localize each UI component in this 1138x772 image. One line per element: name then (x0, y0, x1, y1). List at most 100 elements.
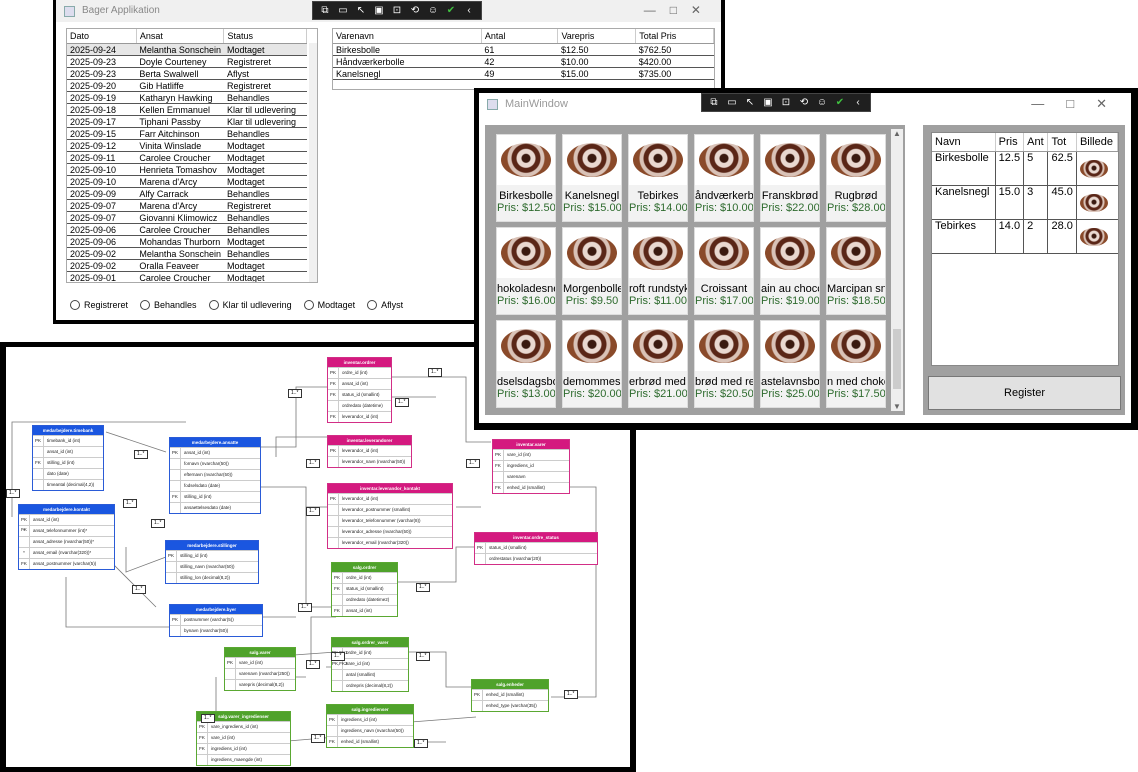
accessibility-icon[interactable]: ☺ (816, 97, 828, 108)
orders-col-header[interactable]: Dato (67, 29, 137, 44)
table-row[interactable]: 2025-09-09 Alfy Carrack Behandles (67, 187, 307, 200)
check-icon[interactable]: ✔ (445, 5, 457, 16)
select-element-icon[interactable]: ↖ (744, 97, 756, 108)
table-row[interactable]: Birkesbolle 12.5 5 62.5 (932, 151, 1118, 186)
register-button[interactable]: Register (928, 376, 1121, 410)
table-cell: 2025-09-17 (67, 115, 137, 128)
table-row[interactable]: 2025-09-07 Marena d'Arcy Registreret (67, 199, 307, 212)
scroll-thumb[interactable] (893, 329, 901, 389)
radio-circle-icon[interactable] (303, 300, 314, 310)
table-row[interactable]: Tebirkes 14.0 2 28.0 (932, 219, 1118, 254)
table-row[interactable]: Kanelsnegl 49 $15.00 $735.00 (333, 67, 714, 80)
bager-window-controls[interactable]: —□✕ (644, 3, 715, 17)
scroll-down-icon[interactable]: ▼ (891, 402, 903, 411)
table-row[interactable]: Håndværkerbolle 42 $10.00 $420.00 (333, 55, 714, 68)
product-card[interactable]: astelavnsboll Pris: $25.00 (760, 320, 820, 408)
adorner-icon[interactable]: ▣ (373, 5, 385, 16)
scroll-up-icon[interactable]: ▲ (891, 129, 903, 138)
record-icon[interactable]: ▭ (726, 97, 738, 108)
items-col-header[interactable]: Antal (481, 29, 559, 44)
table-row[interactable]: 2025-09-23 Doyle Courteney Registreret (67, 55, 307, 68)
cart-col-header[interactable]: Ant (1023, 133, 1049, 152)
accessibility-icon[interactable]: ☺ (427, 5, 439, 16)
live-tree-icon[interactable]: ⧉ (319, 5, 331, 16)
debug-toolbar[interactable]: ⧉ ▭ ↖ ▣ ⊡ ⟲ ☺ ✔ ‹ (701, 93, 871, 112)
filter-radio[interactable]: Behandles (140, 300, 197, 310)
live-tree-icon[interactable]: ⧉ (708, 97, 720, 108)
product-scrollbar[interactable]: ▲ ▼ (891, 129, 903, 411)
product-card[interactable]: demommesn Pris: $20.00 (562, 320, 622, 408)
table-row[interactable]: 2025-09-01 Carolee Croucher Modtaget (67, 271, 307, 282)
table-row[interactable]: 2025-09-06 Carolee Croucher Behandles (67, 223, 307, 236)
items-col-header[interactable]: Varenavn (333, 29, 482, 44)
items-col-header[interactable]: Varepris (557, 29, 637, 44)
product-card[interactable]: Tebirkes Pris: $14.00 (628, 134, 688, 222)
table-row[interactable]: 2025-09-07 Giovanni Klimowicz Behandles (67, 211, 307, 224)
product-card[interactable]: erbrød med c Pris: $21.00 (628, 320, 688, 408)
debug-toolbar[interactable]: ⧉ ▭ ↖ ▣ ⊡ ⟲ ☺ ✔ ‹ (312, 1, 482, 20)
collapse-icon[interactable]: ‹ (852, 97, 864, 108)
hot-reload-icon[interactable]: ⟲ (409, 5, 421, 16)
table-row[interactable]: Birkesbolle 61 $12.50 $762.50 (333, 43, 714, 56)
select-element-icon[interactable]: ↖ (355, 5, 367, 16)
product-card[interactable]: Marcipan snegPris: $18.50 (826, 227, 886, 315)
table-row[interactable]: 2025-09-23 Berta Swalwell Aflyst (67, 67, 307, 80)
table-row[interactable]: 2025-09-19 Katharyn Hawking Behandles (67, 91, 307, 104)
items-col-header[interactable]: Total Pris (635, 29, 714, 44)
product-card[interactable]: brød med re Pris: $20.50 (694, 320, 754, 408)
items-grid[interactable]: Varenavn Antal Varepris Total Pris Birkesbo… (332, 28, 715, 90)
cart-col-header[interactable]: Pris (995, 133, 1025, 152)
product-name: ain au chocol (761, 283, 820, 295)
collapse-icon[interactable]: ‹ (463, 5, 475, 16)
table-row[interactable]: 2025-09-18 Kellen Emmanuel Klar til udleve… (67, 103, 307, 116)
product-card[interactable]: Birkesbolle Pris: $12.50 (496, 134, 556, 222)
orders-scrollbar[interactable] (309, 43, 317, 282)
record-icon[interactable]: ▭ (337, 5, 349, 16)
table-row[interactable]: 2025-09-02 Oralla Feaveer Modtaget (67, 259, 307, 272)
orders-grid[interactable]: Dato Ansat Status 2025-09-24 Melantha Sonsc… (66, 28, 318, 283)
table-row[interactable]: 2025-09-17 Tiphani Passby Klar til udlever… (67, 115, 307, 128)
table-row[interactable]: 2025-09-15 Farr Aitchinson Behandles (67, 127, 307, 140)
table-row[interactable]: 2025-09-12 Vinita Winslade Modtaget (67, 139, 307, 152)
adorner-icon[interactable]: ▣ (762, 97, 774, 108)
table-row[interactable]: 2025-09-11 Carolee Croucher Modtaget (67, 151, 307, 164)
table-row[interactable]: 2025-09-02 Melantha Sonschein Behandles (67, 247, 307, 260)
layout-icon[interactable]: ⊡ (780, 97, 792, 108)
table-row[interactable]: 2025-09-20 Gib Hatliffe Registreret (67, 79, 307, 92)
product-card[interactable]: Franskbrød Pris: $22.00 (760, 134, 820, 222)
product-card[interactable]: Rugbrød Pris: $28.00 (826, 134, 886, 222)
product-card[interactable]: Croissant Pris: $17.00 (694, 227, 754, 315)
cart-col-header[interactable]: Billede (1076, 133, 1118, 152)
radio-circle-icon[interactable] (140, 300, 151, 310)
table-row[interactable]: 2025-09-06 Mohandas Thurborn Modtaget (67, 235, 307, 248)
filter-radio[interactable]: Aflyst (367, 300, 403, 310)
product-card[interactable]: åndværkerbo Pris: $10.00 (694, 134, 754, 222)
product-card[interactable]: roft rundstyk Pris: $11.00 (628, 227, 688, 315)
table-row[interactable]: Kanelsnegl 15.0 3 45.0 (932, 185, 1118, 220)
cart-col-header[interactable]: Navn (932, 133, 996, 152)
table-row[interactable]: 2025-09-10 Henrieta Tomashov Modtaget (67, 163, 307, 176)
cart-col-header[interactable]: Tot (1047, 133, 1077, 152)
hot-reload-icon[interactable]: ⟲ (798, 97, 810, 108)
product-card[interactable]: n med choko Pris: $17.50 (826, 320, 886, 408)
check-icon[interactable]: ✔ (834, 97, 846, 108)
product-card[interactable]: Kanelsnegl Pris: $15.00 (562, 134, 622, 222)
orders-col-header[interactable]: Status (223, 29, 307, 44)
filter-radio[interactable]: Modtaget (303, 300, 355, 310)
radio-circle-icon[interactable] (70, 300, 80, 310)
product-card[interactable]: dselsdagsbo Pris: $13.00 (496, 320, 556, 408)
product-price: Pris: $10.00 (695, 202, 754, 214)
orders-col-header[interactable]: Ansat (136, 29, 225, 44)
layout-icon[interactable]: ⊡ (391, 5, 403, 16)
cart-grid[interactable]: Navn Pris Ant Tot Billede Birkesbolle 12.5 5 62… (931, 132, 1119, 366)
table-row[interactable]: 2025-09-10 Marena d'Arcy Modtaget (67, 175, 307, 188)
table-row[interactable]: 2025-09-24 Melantha Sonschein Modtaget (67, 43, 307, 56)
product-card[interactable]: Morgenbolle Pris: $9.50 (562, 227, 622, 315)
product-card[interactable]: hokoladesne Pris: $16.00 (496, 227, 556, 315)
product-card[interactable]: ain au chocol Pris: $19.00 (760, 227, 820, 315)
filter-radio[interactable]: Klar til udlevering (208, 300, 292, 310)
filter-radio[interactable]: Registreret (70, 300, 128, 310)
radio-circle-icon[interactable] (208, 300, 219, 310)
radio-circle-icon[interactable] (367, 300, 378, 310)
main-window-controls[interactable]: —□✕ (1031, 96, 1129, 112)
